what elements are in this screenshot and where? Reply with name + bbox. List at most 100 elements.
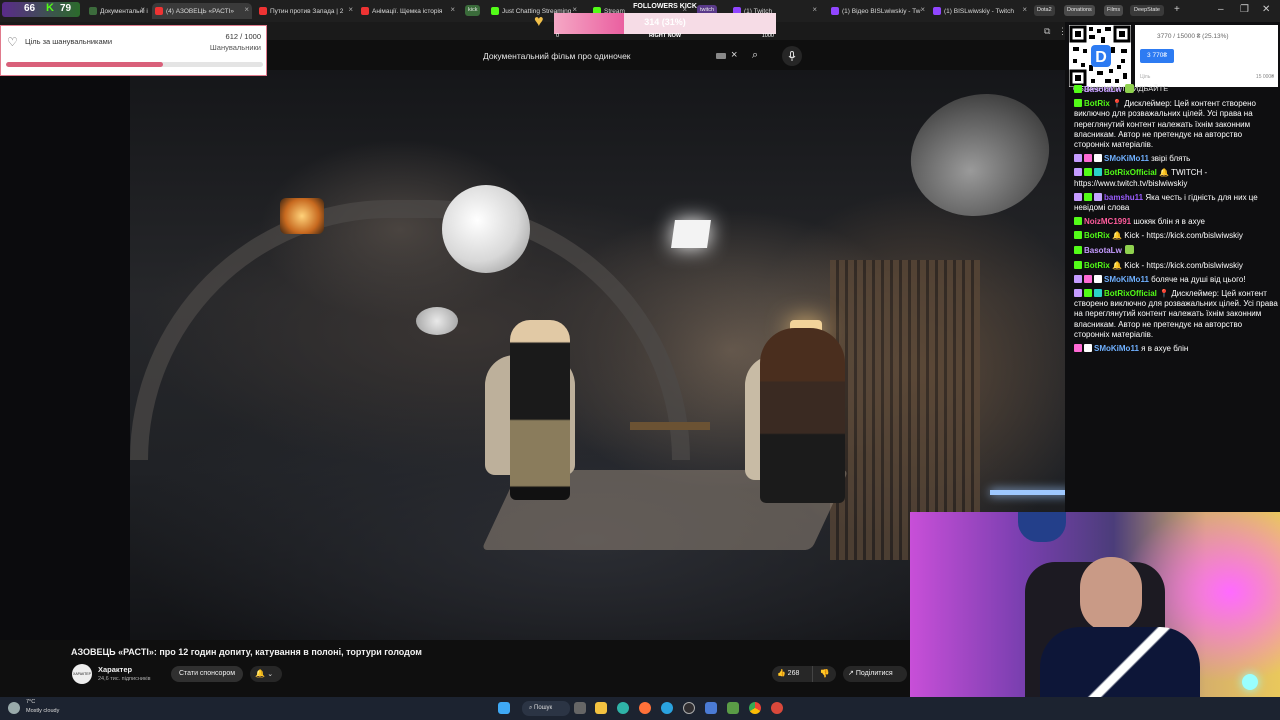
file-explorer-icon[interactable] <box>595 702 607 714</box>
donation-amount-badge: 3 770₴ <box>1140 49 1174 63</box>
keyboard-icon[interactable] <box>716 53 726 59</box>
chat-message: BotRixOfficial 📍 Дисклеймер: Цей контент… <box>1070 288 1278 340</box>
donation-goal-label: Ціль <box>1140 74 1151 80</box>
chat-badge-icon <box>1084 192 1092 201</box>
new-tab-button[interactable]: + <box>1174 4 1180 15</box>
chat-username[interactable]: SMoKiMo11 <box>1104 154 1149 163</box>
chat-username[interactable]: bamshu11 <box>1104 193 1143 202</box>
close-tab-icon[interactable]: × <box>1022 5 1027 14</box>
telegram-icon[interactable] <box>661 702 673 714</box>
close-tab-icon[interactable]: × <box>244 5 249 14</box>
bookmark-pill[interactable]: Films <box>1104 5 1124 16</box>
brick-arch <box>130 200 690 460</box>
counter-widget: 66 K 79 <box>2 2 80 17</box>
channel-subscribers: 24,6 тис. підписників <box>98 676 151 682</box>
obs-icon[interactable] <box>683 702 695 714</box>
panel-light <box>671 220 711 248</box>
firefox-icon[interactable] <box>639 702 651 714</box>
tab-favicon-icon <box>361 7 369 15</box>
browser-tab[interactable]: Путин против Запада | 2 × <box>256 3 356 19</box>
chat-username[interactable]: BotRix <box>1084 99 1110 108</box>
chat-badge-icon <box>1084 274 1092 283</box>
chat-badge-icon <box>1074 99 1082 108</box>
chrome-icon[interactable] <box>749 702 761 714</box>
dislike-button[interactable]: 👎 <box>812 666 836 682</box>
browser-tab[interactable]: Анімації. Щемка історія × <box>358 3 458 19</box>
start-icon[interactable] <box>498 702 510 714</box>
microphone-icon[interactable] <box>782 46 802 66</box>
chat-username[interactable]: SMoKiMo11 <box>1094 344 1139 353</box>
weather-text[interactable]: Mostly cloudy <box>26 708 59 714</box>
interviewer <box>760 328 845 503</box>
chat-username[interactable]: BasotaLw <box>1084 85 1122 94</box>
chat-username[interactable]: BotRixOfficial <box>1104 168 1157 177</box>
counter-b: 79 <box>60 3 72 14</box>
close-tab-icon[interactable]: × <box>450 5 455 14</box>
extensions-icon[interactable]: ⧉ <box>1044 26 1050 37</box>
chat-badge-icon <box>1074 274 1082 283</box>
chat-username[interactable]: SMoKiMo11 <box>1104 275 1149 284</box>
bookmark-pill[interactable]: DeepState <box>1130 5 1164 16</box>
chat-username[interactable]: BotRix <box>1084 231 1110 240</box>
share-button[interactable]: ↗ Поділитися <box>843 666 907 682</box>
donation-goal-widget: 3770 / 15000 ₴ (25.13%) 3 770₴ Ціль 15 0… <box>1135 25 1278 87</box>
taskbar-search[interactable]: ⌕ Пошук <box>522 701 570 716</box>
app2-icon[interactable] <box>727 702 739 714</box>
search-icon: ⌕ <box>529 705 533 711</box>
bookmark-pill[interactable]: Donations <box>1064 5 1095 16</box>
search-bar[interactable]: Документальний фільм про одиночек × ⌕ <box>476 46 806 66</box>
chat-username[interactable]: BasotaLw <box>1084 246 1122 255</box>
notification-bell-button[interactable]: 🔔 ⌄ <box>250 666 282 682</box>
browser-tab[interactable]: (1) Відео BISLwiwskiy - Tw × <box>828 3 928 19</box>
close-tab-icon[interactable]: × <box>348 5 353 14</box>
sponsor-button[interactable]: Стати спонсором <box>171 666 243 682</box>
app-icon[interactable] <box>705 702 717 714</box>
browser-tab[interactable]: (4) АЗОВЕЦЬ «РАСТІ» × <box>152 3 252 19</box>
chat-username[interactable]: NoizMC1991 <box>1084 217 1131 226</box>
chat-badge-icon <box>1094 168 1102 177</box>
weather-icon[interactable] <box>8 702 20 714</box>
chat-badge-icon <box>1074 260 1082 269</box>
video-player[interactable] <box>0 70 1065 640</box>
chat-badge-icon <box>1094 274 1102 283</box>
bookmark-pill[interactable]: Dota2 <box>1034 5 1055 16</box>
share-label: Поділитися <box>855 670 893 677</box>
close-tab-icon[interactable]: × <box>920 5 925 14</box>
edge-icon[interactable] <box>617 702 629 714</box>
close-tab-icon[interactable]: × <box>812 5 817 14</box>
chat-message: SMoKiMo11 боляче на душі від цього! <box>1070 274 1278 285</box>
kick-bar-now: RIGHT NOW <box>648 33 682 39</box>
close-tab-icon[interactable]: × <box>140 5 145 14</box>
task-view-icon[interactable] <box>574 702 586 714</box>
chat-message: bamshu11 Яка честь і гідність для них це… <box>1070 192 1278 214</box>
windows-taskbar: 7°C Mostly cloudy ⌕ Пошук <box>0 697 1280 720</box>
minimize-button[interactable]: – <box>1218 4 1224 15</box>
chat-text: боляче на душі від цього! <box>1151 274 1246 284</box>
close-window-button[interactable]: ✕ <box>1262 4 1270 15</box>
chat-username[interactable]: BotRix <box>1084 261 1110 270</box>
bookmark-pill[interactable]: kick <box>465 5 481 16</box>
tab-favicon-icon <box>259 7 267 15</box>
chat-badge-icon <box>1094 192 1102 201</box>
streamer-head <box>1080 557 1142 632</box>
channel-avatar[interactable]: ХАРАКТЕР <box>72 664 92 684</box>
weather-temp[interactable]: 7°C <box>26 699 35 705</box>
chat-badge-icon <box>1074 168 1082 177</box>
chat-badge-icon <box>1074 192 1082 201</box>
video-title: АЗОВЕЦЬ «РАСТІ»: про 12 годин допиту, ка… <box>71 647 422 657</box>
channel-name[interactable]: Характер <box>98 665 132 674</box>
browser-tab[interactable]: Документальні історія× <box>86 3 148 19</box>
maximize-button[interactable]: ❐ <box>1240 4 1249 15</box>
chat-username[interactable]: BotRixOfficial <box>1104 289 1157 298</box>
search-input[interactable]: Документальний фільм про одиночек <box>483 51 631 61</box>
search-icon[interactable]: ⌕ <box>752 49 758 62</box>
taskbar-search-label: Пошук <box>534 705 553 711</box>
like-button[interactable]: 👍 268 <box>772 666 812 682</box>
emote-icon <box>1124 84 1134 93</box>
coffee-table <box>630 422 710 430</box>
emote-icon <box>1124 245 1134 255</box>
app3-icon[interactable] <box>771 702 783 714</box>
browser-tab[interactable]: (1) BISLwiwskiy - Twitch × <box>930 3 1030 19</box>
clear-search-icon[interactable]: × <box>731 49 737 61</box>
donation-max: 15 000₴ <box>1255 74 1274 80</box>
